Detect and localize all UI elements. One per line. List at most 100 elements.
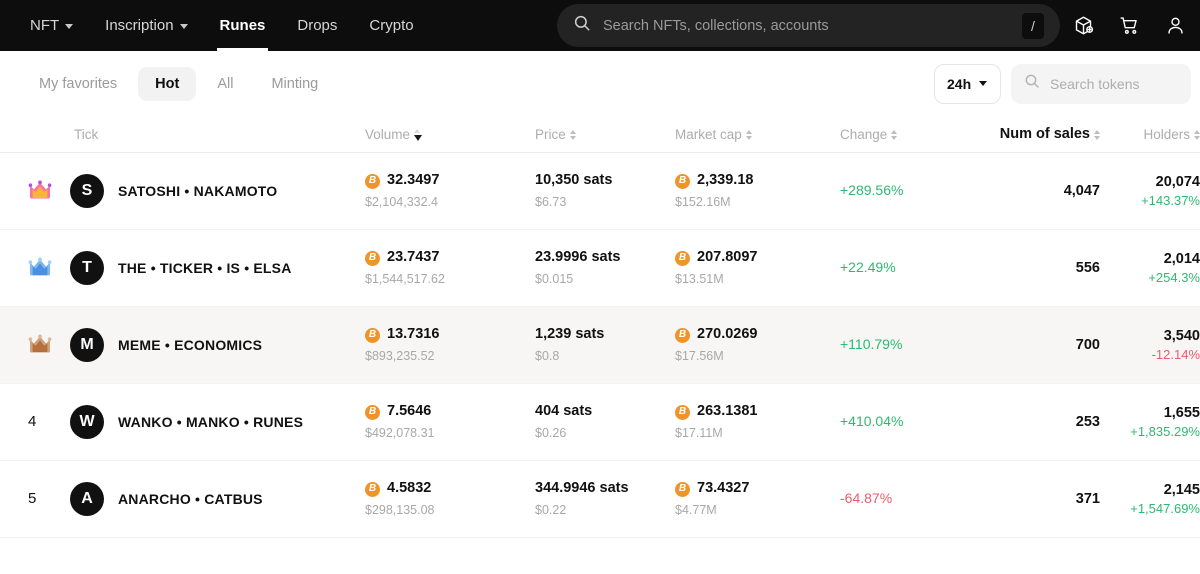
volume-btc: 4.5832	[387, 480, 432, 497]
price-usd: $0.26	[535, 425, 567, 440]
header-holders[interactable]: Holders	[1100, 127, 1200, 142]
nav-item-crypto[interactable]: Crypto	[353, 0, 429, 51]
market-cap-btc: 207.8097	[697, 249, 758, 266]
cube-plus-icon[interactable]	[1068, 11, 1098, 41]
num-of-sales-value: 253	[1075, 414, 1100, 430]
cell-holders: 2,014 +254.3%	[1100, 251, 1200, 285]
header-change[interactable]: Change	[840, 127, 980, 142]
volume-btc: 13.7316	[387, 326, 440, 343]
global-search-input[interactable]: Search NFTs, collections, accounts	[603, 18, 1022, 34]
holders-value: 2,145	[1163, 482, 1200, 498]
rank-number: 4	[28, 413, 37, 430]
header-tick[interactable]: Tick	[70, 127, 365, 142]
volume-usd: $2,104,332.4	[365, 194, 438, 209]
price-sats: 344.9946 sats	[535, 480, 629, 497]
holders-value: 3,540	[1163, 328, 1200, 344]
filter-chip-minting[interactable]: Minting	[254, 67, 335, 101]
token-search-box[interactable]: Search tokens	[1011, 63, 1191, 104]
header-market-cap[interactable]: Market cap	[675, 127, 840, 142]
change-percent: +410.04%	[840, 413, 904, 429]
nav-item-label: NFT	[30, 17, 60, 34]
num-of-sales-value: 556	[1075, 260, 1100, 276]
volume-usd: $492,078.31	[365, 425, 435, 440]
header-change-label: Change	[840, 126, 888, 142]
price-usd: $0.22	[535, 502, 567, 517]
cell-tick[interactable]: T THE • TICKER • IS • ELSA	[70, 251, 365, 285]
header-market-cap-label: Market cap	[675, 126, 742, 142]
period-select[interactable]: 24h	[934, 63, 1001, 104]
cell-change: +289.56%	[840, 182, 980, 200]
change-percent: -64.87%	[840, 490, 893, 506]
cell-price: 10,350 sats $6.73	[535, 171, 675, 210]
sort-icon-holders[interactable]	[1194, 129, 1200, 140]
global-search-box[interactable]: Search NFTs, collections, accounts /	[557, 4, 1060, 47]
nav-item-drops[interactable]: Drops	[281, 0, 353, 51]
sort-icon-change[interactable]	[891, 129, 898, 140]
filter-chip-all[interactable]: All	[200, 67, 250, 101]
num-of-sales-value: 4,047	[1063, 183, 1100, 199]
filter-chip-label: Hot	[155, 75, 180, 92]
cell-holders: 2,145 +1,547.69%	[1100, 482, 1200, 516]
header-num-of-sales[interactable]: Num of sales	[980, 126, 1100, 142]
holders-value: 1,655	[1163, 405, 1200, 421]
header-volume[interactable]: Volume	[365, 127, 535, 142]
token-name: ANARCHO • CATBUS	[118, 491, 263, 507]
cell-rank: 4	[0, 413, 70, 431]
market-cap-usd: $152.16M	[675, 194, 731, 209]
holders-change-percent: +1,835.29%	[1130, 424, 1200, 439]
filter-chip-label: Minting	[271, 75, 319, 92]
table-row[interactable]: 4 W WANKO • MANKO • RUNES B 7.5646 $492,078.3…	[0, 384, 1200, 461]
holders-change-percent: -12.14%	[1151, 347, 1200, 362]
header-holders-label: Holders	[1143, 126, 1190, 142]
search-icon	[573, 14, 591, 37]
nav-item-nft[interactable]: NFT	[14, 0, 89, 51]
cell-price: 344.9946 sats $0.22	[535, 479, 675, 518]
filter-right-group: 24h Search tokens	[934, 63, 1191, 104]
token-search-input[interactable]: Search tokens	[1050, 76, 1140, 92]
table-row[interactable]: S SATOSHI • NAKAMOTO B 32.3497 $2,104,332.4 1…	[0, 153, 1200, 230]
header-tick-label: Tick	[74, 126, 99, 142]
price-sats: 10,350 sats	[535, 172, 613, 189]
cart-icon[interactable]	[1114, 11, 1144, 41]
price-usd: $6.73	[535, 194, 567, 209]
volume-usd: $1,544,517.62	[365, 271, 445, 286]
sort-icon-volume[interactable]	[414, 128, 423, 141]
market-cap-usd: $17.56M	[675, 348, 724, 363]
bitcoin-icon: B	[365, 404, 380, 420]
holders-change-percent: +254.3%	[1148, 270, 1200, 285]
nav-item-runes[interactable]: Runes	[204, 0, 282, 51]
cell-market-cap: B 263.1381 $17.11M	[675, 402, 840, 441]
filter-chip-label: All	[217, 75, 234, 92]
filter-toolbar: My favorites Hot All Minting 24h Search tok…	[0, 51, 1200, 116]
cell-price: 404 sats $0.26	[535, 402, 675, 441]
sort-icon-price[interactable]	[569, 129, 576, 140]
bitcoin-icon: B	[365, 327, 380, 343]
runes-table: Tick Volume Price Market cap Change Num …	[0, 116, 1200, 538]
cell-change: +410.04%	[840, 413, 980, 431]
cell-tick[interactable]: S SATOSHI • NAKAMOTO	[70, 174, 365, 208]
nav-item-inscription[interactable]: Inscription	[89, 0, 203, 51]
cell-price: 1,239 sats $0.8	[535, 325, 675, 364]
nav-item-label: Drops	[297, 17, 338, 34]
price-usd: $0.015	[535, 271, 574, 286]
sort-icon-market-cap[interactable]	[745, 129, 752, 140]
volume-btc: 32.3497	[387, 172, 440, 189]
cell-market-cap: B 207.8097 $13.51M	[675, 248, 840, 287]
user-icon[interactable]	[1160, 11, 1190, 41]
change-percent: +289.56%	[840, 182, 904, 198]
table-row[interactable]: M MEME • ECONOMICS B 13.7316 $893,235.52 1,23…	[0, 307, 1200, 384]
nav-item-label: Inscription	[105, 17, 174, 34]
token-name: THE • TICKER • IS • ELSA	[118, 260, 292, 276]
search-shortcut-key: /	[1022, 12, 1044, 39]
cell-tick[interactable]: M MEME • ECONOMICS	[70, 328, 365, 362]
cell-holders: 20,074 +143.37%	[1100, 174, 1200, 208]
cell-tick[interactable]: W WANKO • MANKO • RUNES	[70, 405, 365, 439]
table-row[interactable]: T THE • TICKER • IS • ELSA B 23.7437 $1,544,…	[0, 230, 1200, 307]
filter-chip-my-favorites[interactable]: My favorites	[22, 67, 134, 101]
table-row[interactable]: 5 A ANARCHO • CATBUS B 4.5832 $298,135.08 344.…	[0, 461, 1200, 538]
header-price[interactable]: Price	[535, 127, 675, 142]
filter-chip-hot[interactable]: Hot	[138, 66, 197, 101]
volume-btc: 23.7437	[387, 249, 440, 266]
filter-chip-label: My favorites	[39, 75, 118, 92]
cell-tick[interactable]: A ANARCHO • CATBUS	[70, 482, 365, 516]
